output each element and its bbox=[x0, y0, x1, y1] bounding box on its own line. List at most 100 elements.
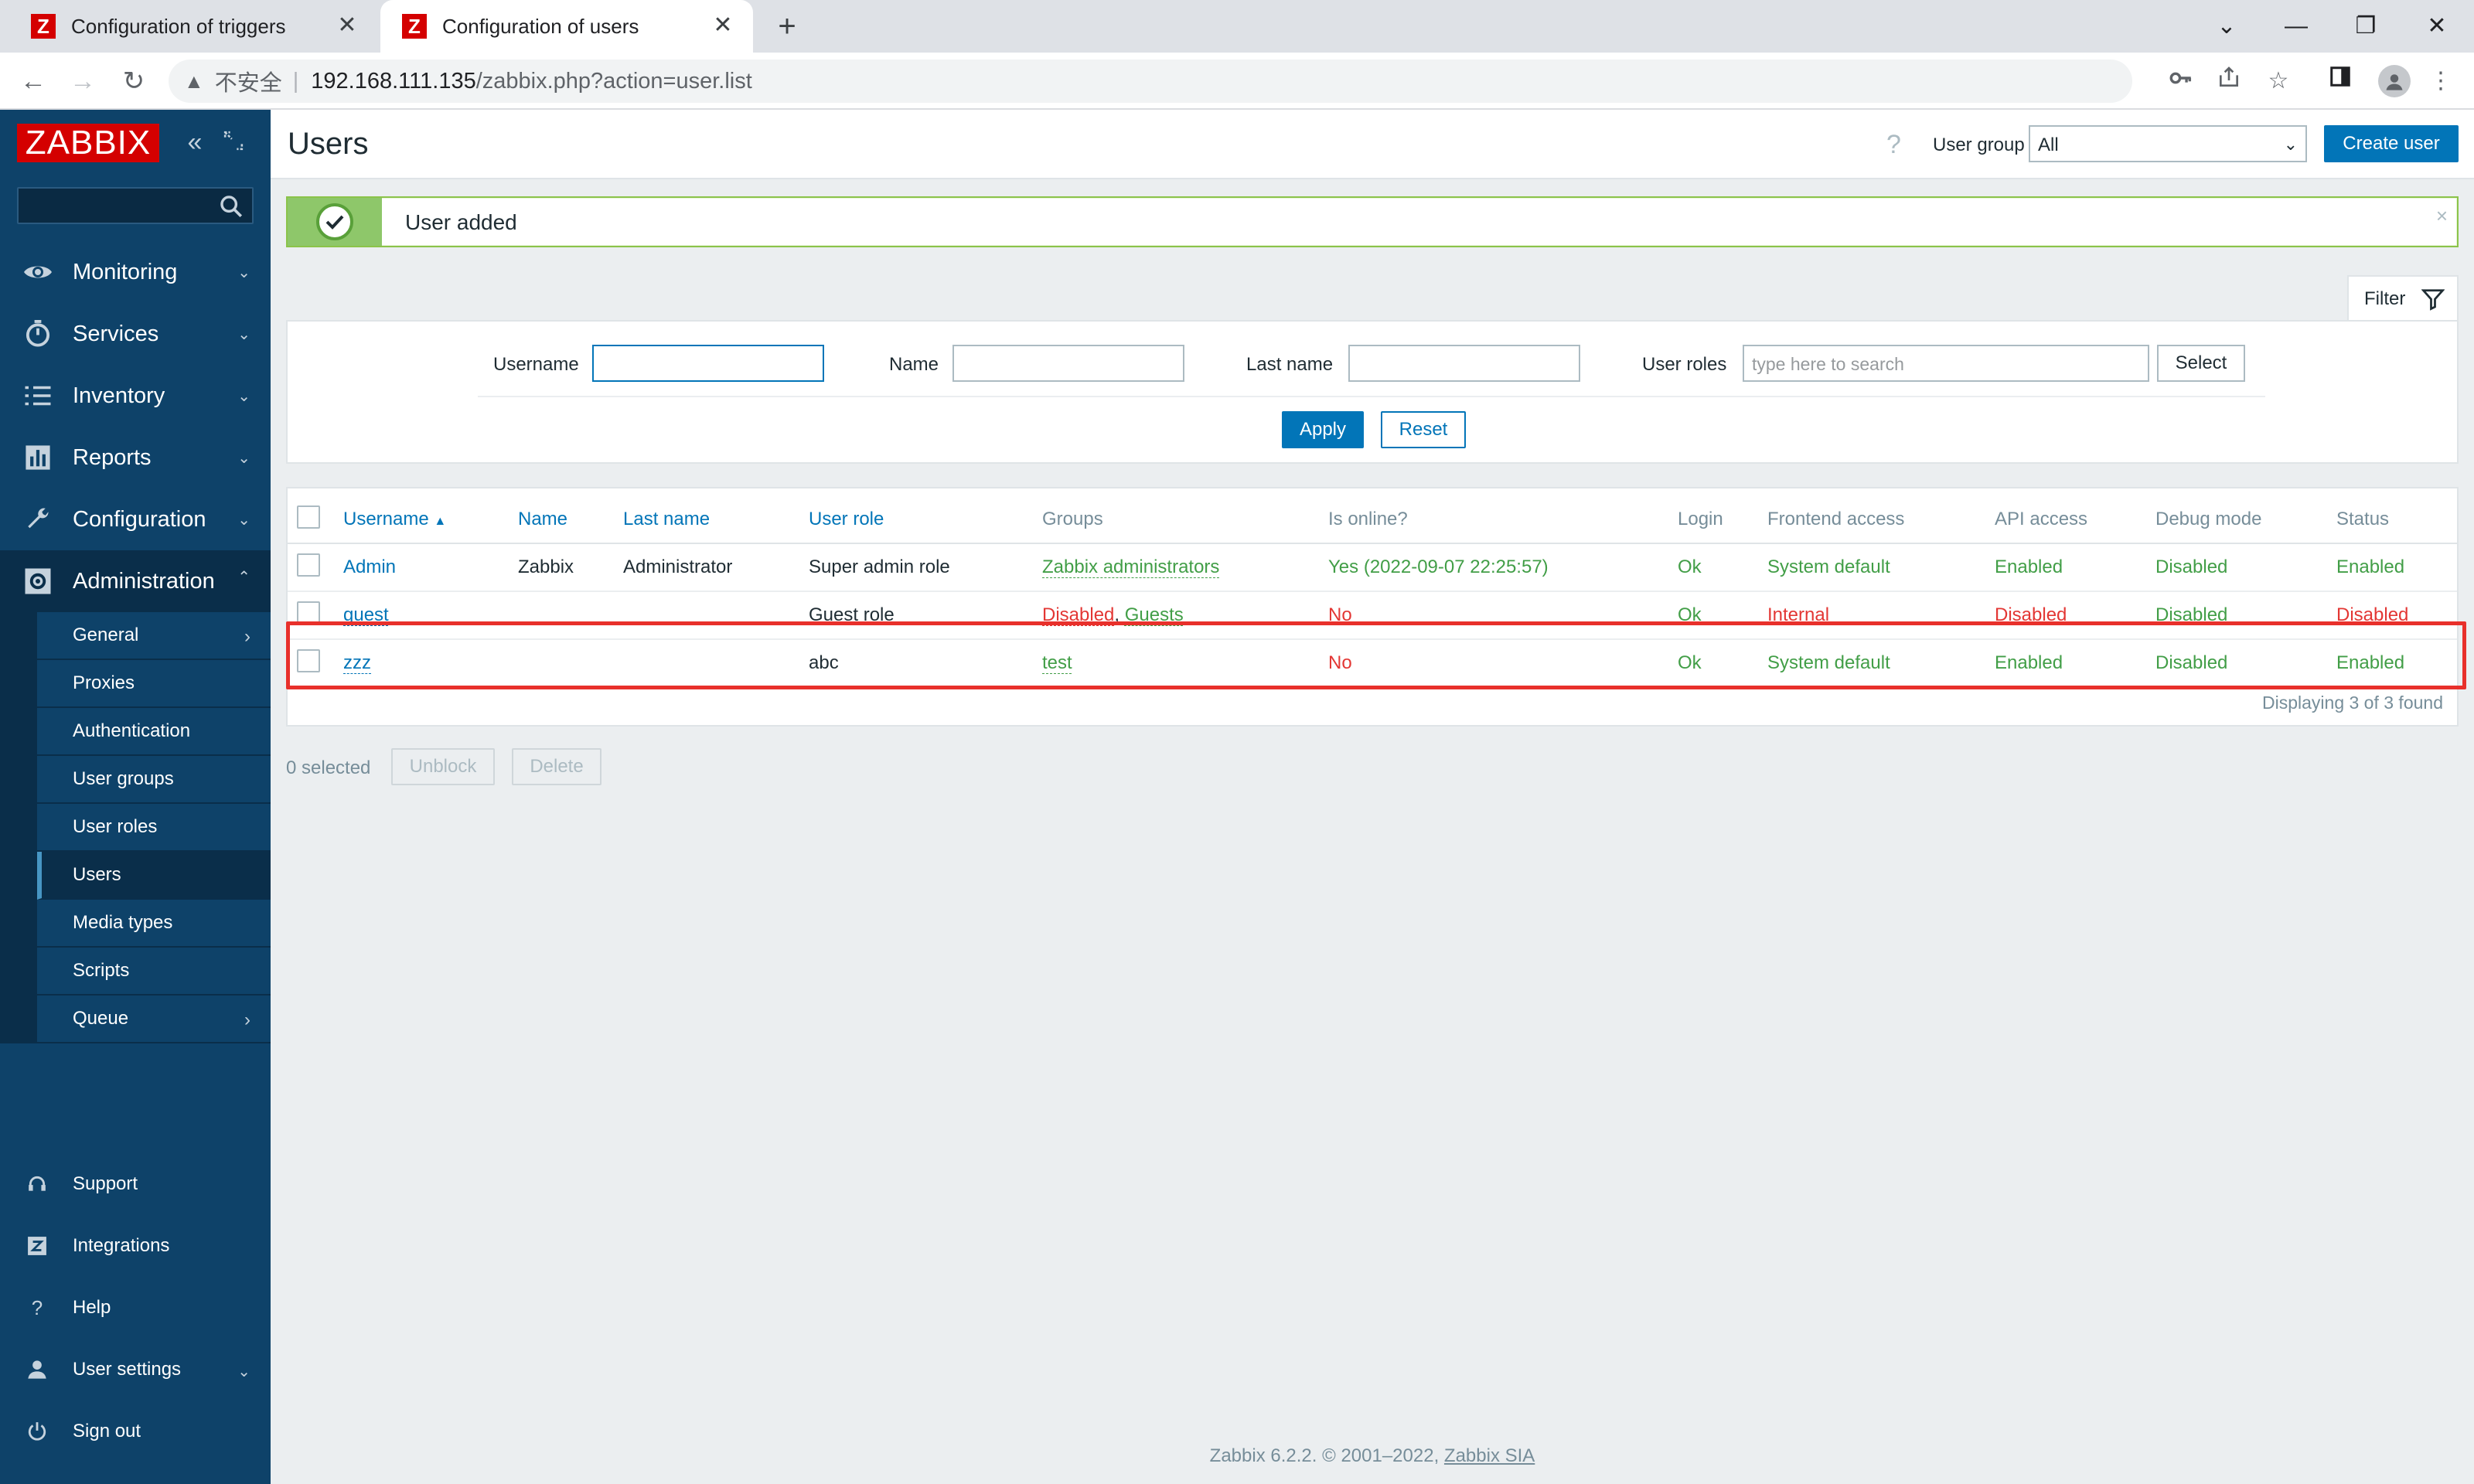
menu-inventory[interactable]: Inventory ⌄ bbox=[0, 365, 271, 427]
help-question-icon[interactable]: ? bbox=[1886, 130, 1901, 160]
menu-support[interactable]: Support bbox=[0, 1153, 271, 1215]
bar-chart-icon bbox=[22, 441, 54, 474]
new-tab-plus-icon[interactable]: + bbox=[770, 9, 804, 43]
menu-label: Administration bbox=[73, 568, 215, 594]
zabbix-logo[interactable]: ZABBIX bbox=[17, 124, 159, 162]
menu-administration[interactable]: Administration ⌃ bbox=[0, 550, 271, 612]
chevron-right-icon: › bbox=[244, 626, 250, 647]
restore-icon[interactable]: ❐ bbox=[2346, 6, 2386, 46]
question-icon: ? bbox=[31, 1295, 43, 1319]
browser-tab-users[interactable]: Z Configuration of users ✕ bbox=[380, 0, 753, 53]
submenu-proxies[interactable]: Proxies bbox=[37, 660, 271, 708]
create-user-button[interactable]: Create user bbox=[2324, 125, 2459, 162]
key-icon[interactable] bbox=[2165, 65, 2197, 97]
user-lastname: Administrator bbox=[623, 556, 733, 577]
collapse-sidebar-icon[interactable]: « bbox=[179, 127, 210, 158]
security-label: 不安全 bbox=[214, 71, 282, 96]
reset-button[interactable]: Reset bbox=[1381, 411, 1466, 448]
user-status[interactable]: Enabled bbox=[2336, 556, 2404, 578]
submenu-authentication[interactable]: Authentication bbox=[37, 708, 271, 756]
checkmark-icon bbox=[316, 203, 353, 240]
side-panel-icon[interactable] bbox=[2324, 65, 2356, 97]
minimize-icon[interactable]: — bbox=[2276, 6, 2316, 46]
zabbix-favicon-icon: Z bbox=[31, 14, 56, 39]
username-filter-input[interactable] bbox=[592, 345, 824, 382]
submenu-media-types[interactable]: Media types bbox=[37, 900, 271, 948]
user-group-select[interactable]: All ⌄ bbox=[2029, 125, 2307, 162]
search-icon[interactable] bbox=[218, 193, 244, 220]
tab-close-icon[interactable]: ✕ bbox=[710, 12, 736, 39]
menu-configuration[interactable]: Configuration ⌄ bbox=[0, 488, 271, 550]
select-all-checkbox[interactable] bbox=[297, 505, 320, 529]
column-label: Username bbox=[343, 509, 429, 529]
delete-button[interactable]: Delete bbox=[512, 748, 601, 785]
star-icon[interactable]: ☆ bbox=[2262, 65, 2295, 97]
apply-button[interactable]: Apply bbox=[1282, 411, 1364, 448]
address-bar: ← → ↻ ▲ 不安全 | 192.168.111.135 /zabbix.ph… bbox=[0, 53, 2474, 110]
submenu-scripts[interactable]: Scripts bbox=[37, 948, 271, 996]
column-header-name[interactable]: Name bbox=[518, 509, 567, 530]
message-text: User added bbox=[405, 210, 517, 234]
success-icon-box bbox=[288, 198, 382, 246]
column-header-user-role[interactable]: User role bbox=[809, 509, 884, 530]
submenu-users[interactable]: Users bbox=[37, 852, 271, 900]
footer-link[interactable]: Zabbix SIA bbox=[1444, 1445, 1535, 1466]
column-header-login: Login bbox=[1678, 509, 1723, 529]
menu-integrations[interactable]: Integrations bbox=[0, 1215, 271, 1277]
reload-icon[interactable]: ↻ bbox=[116, 63, 152, 99]
menu-monitoring[interactable]: Monitoring ⌄ bbox=[0, 241, 271, 303]
menu-sign-out[interactable]: Sign out bbox=[0, 1401, 271, 1462]
column-header-username[interactable]: Username ▲ bbox=[343, 509, 446, 530]
stopwatch-icon bbox=[22, 318, 54, 350]
chevron-down-icon: ⌄ bbox=[237, 1363, 250, 1380]
share-icon[interactable] bbox=[2213, 65, 2245, 97]
chevron-down-icon: ⌄ bbox=[237, 326, 250, 343]
chevron-down-icon: ⌄ bbox=[237, 264, 250, 281]
row-checkbox[interactable] bbox=[297, 553, 320, 577]
user-group-value: All bbox=[2038, 134, 2059, 155]
lastname-filter-input[interactable] bbox=[1348, 345, 1580, 382]
main-content: Users ? User group All ⌄ Create user Use… bbox=[271, 110, 2474, 1484]
headset-icon bbox=[25, 1172, 49, 1196]
row-divider bbox=[288, 591, 2457, 592]
name-filter-label: Name bbox=[889, 354, 939, 375]
name-filter-input[interactable] bbox=[952, 345, 1184, 382]
sidebar-search-input[interactable] bbox=[17, 187, 254, 224]
forward-arrow-icon[interactable]: → bbox=[65, 63, 101, 99]
back-arrow-icon[interactable]: ← bbox=[15, 63, 51, 99]
page-title: Users bbox=[288, 127, 369, 161]
menu-help[interactable]: ? Help bbox=[0, 1277, 271, 1339]
unblock-button[interactable]: Unblock bbox=[391, 748, 495, 785]
success-message: User added × bbox=[286, 196, 2459, 247]
list-icon bbox=[22, 380, 54, 412]
filter-panel: Username Name Last name User roles type … bbox=[286, 320, 2459, 464]
tab-search-chevron-icon[interactable]: ⌄ bbox=[2206, 6, 2247, 46]
column-header-frontend-access: Frontend access bbox=[1767, 509, 1905, 529]
submenu-label: Users bbox=[73, 864, 121, 885]
tab-close-icon[interactable]: ✕ bbox=[334, 12, 360, 39]
submenu-general[interactable]: General › bbox=[37, 612, 271, 660]
warning-triangle-icon: ▲ bbox=[184, 69, 204, 93]
column-header-lastname[interactable]: Last name bbox=[623, 509, 710, 530]
menu-user-settings[interactable]: User settings ⌄ bbox=[0, 1339, 271, 1401]
window-close-icon[interactable]: ✕ bbox=[2417, 6, 2457, 46]
submenu-user-groups[interactable]: User groups bbox=[37, 756, 271, 804]
filter-tab[interactable]: Filter bbox=[2347, 275, 2459, 322]
menu-label: Integrations bbox=[73, 1235, 170, 1256]
select-roles-button[interactable]: Select bbox=[2157, 345, 2245, 382]
submenu-queue[interactable]: Queue › bbox=[37, 996, 271, 1043]
menu-reports[interactable]: Reports ⌄ bbox=[0, 427, 271, 488]
menu-services[interactable]: Services ⌄ bbox=[0, 303, 271, 365]
kiosk-mode-icon[interactable] bbox=[218, 127, 249, 158]
user-link[interactable]: Admin bbox=[343, 556, 396, 578]
submenu-user-roles[interactable]: User roles bbox=[37, 804, 271, 852]
user-roles-filter-input[interactable]: type here to search bbox=[1743, 345, 2149, 382]
browser-tab-triggers[interactable]: Z Configuration of triggers ✕ bbox=[0, 0, 377, 53]
lastname-filter-label: Last name bbox=[1246, 354, 1334, 375]
wrench-icon bbox=[22, 503, 54, 536]
url-field[interactable]: ▲ 不安全 | 192.168.111.135 /zabbix.php?acti… bbox=[169, 60, 2132, 103]
group-link[interactable]: Zabbix administrators bbox=[1042, 556, 1219, 578]
close-icon[interactable]: × bbox=[2436, 204, 2448, 228]
profile-avatar-icon[interactable] bbox=[2378, 65, 2411, 97]
browser-menu-icon[interactable]: ⋮ bbox=[2425, 65, 2457, 97]
